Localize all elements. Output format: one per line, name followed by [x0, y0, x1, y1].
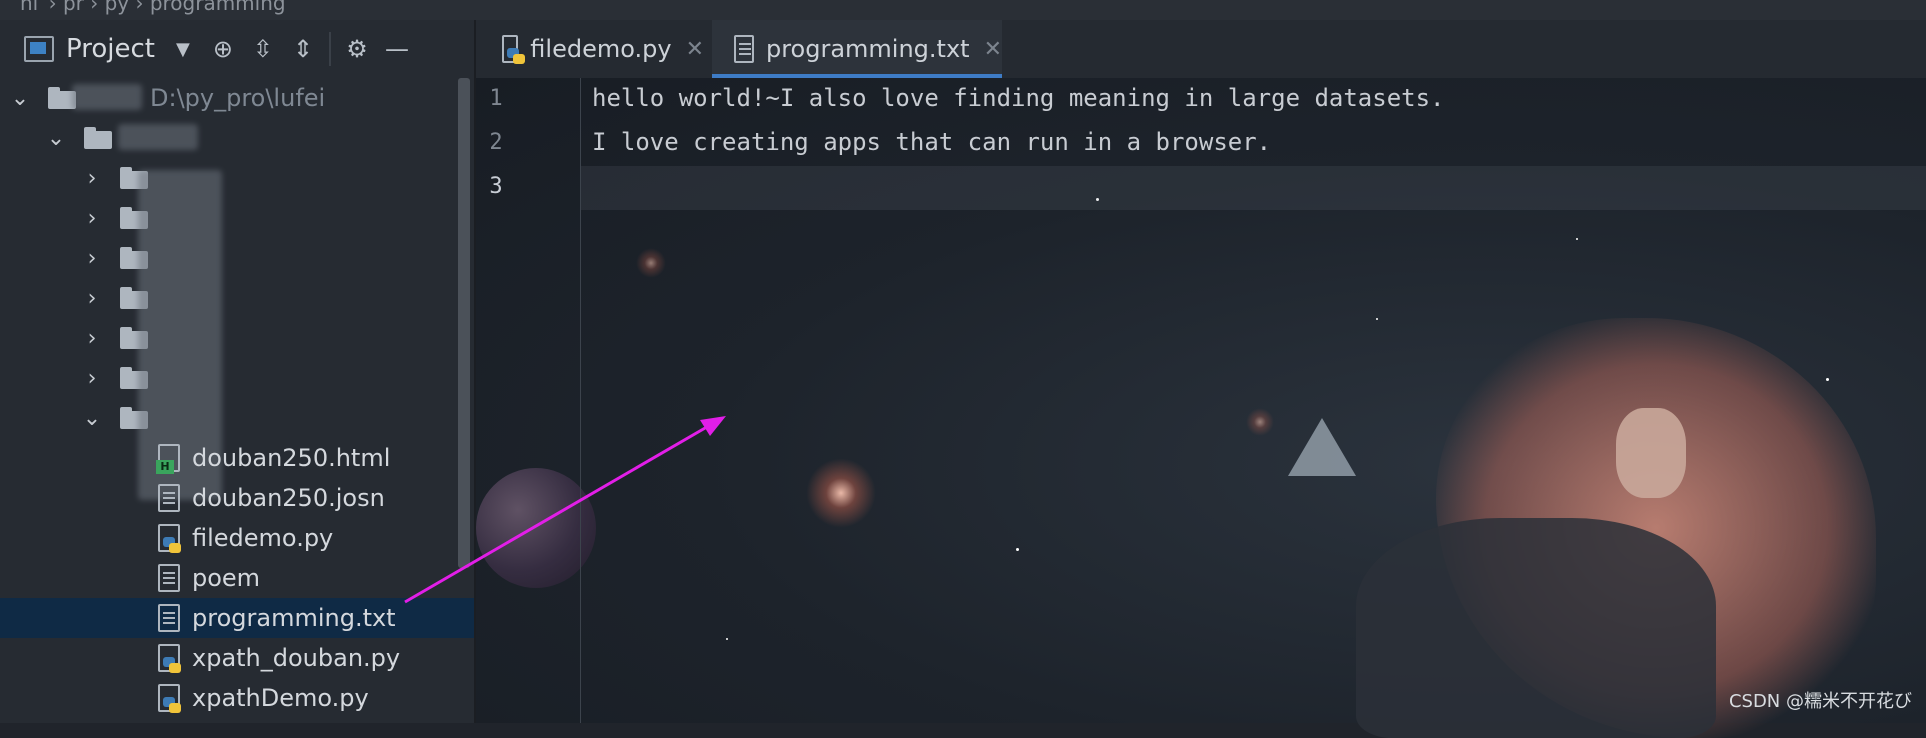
tree-file-row[interactable]: poem [0, 558, 474, 598]
crystal-decoration [1288, 418, 1356, 476]
anime-figure-face [1616, 408, 1686, 498]
tab-label: filedemo.py [530, 35, 672, 63]
chevron-right-icon[interactable]: › [82, 206, 102, 231]
close-icon[interactable]: ✕ [686, 37, 704, 62]
editor-tab-bar: filedemo.py ✕ programming.txt ✕ [476, 20, 1926, 79]
tree-file-row[interactable]: xpathDemo.py [0, 678, 474, 718]
chevron-down-icon[interactable]: ⌄ [10, 86, 30, 111]
tree-file-row[interactable]: H douban250.html [0, 438, 474, 478]
file-name: poem [192, 564, 261, 592]
tab-label: programming.txt [765, 35, 970, 63]
file-name: filedemo.py [192, 524, 334, 552]
chevron-right-icon[interactable]: › [82, 286, 102, 311]
locate-target-icon[interactable]: ⊕ [203, 29, 243, 69]
text-file-icon [734, 35, 754, 63]
tree-folder-row[interactable]: › [0, 198, 474, 238]
star [1376, 318, 1378, 320]
tree-folder-row[interactable]: › [0, 158, 474, 198]
chevron-down-icon[interactable]: ⌄ [46, 126, 66, 151]
star-glow [806, 458, 876, 528]
gear-icon[interactable]: ⚙ [337, 29, 377, 69]
tab-filedemo[interactable]: filedemo.py ✕ [492, 20, 704, 78]
chevron-down-icon[interactable]: ▼ [163, 29, 203, 69]
project-view-icon [24, 36, 54, 62]
star-glow [636, 248, 666, 278]
tree-folder-row[interactable]: › [0, 278, 474, 318]
tree-root-row[interactable]: ⌄ D:\py_pro\lufei [0, 78, 474, 118]
text-file-icon [158, 484, 180, 512]
line-number: 1 [489, 86, 503, 111]
tree-folder-row[interactable]: ⌄ [0, 398, 474, 438]
chevron-right-icon[interactable]: › [82, 366, 102, 391]
project-scrollbar[interactable] [458, 78, 470, 568]
star [726, 638, 728, 640]
code-editor[interactable]: 1 2 3 hello world!~I also love finding m… [476, 78, 1926, 738]
toolbar-divider [328, 32, 331, 66]
close-icon[interactable]: ✕ [984, 37, 1002, 62]
tab-programming[interactable]: programming.txt ✕ [712, 20, 1002, 78]
tree-file-row[interactable]: douban250.josn [0, 478, 474, 518]
file-name: xpathDemo.py [192, 684, 369, 712]
line-number-gutter: 1 2 3 [476, 78, 581, 723]
tree-folder-row[interactable]: › [0, 238, 474, 278]
expand-all-icon[interactable]: ⇳ [243, 29, 283, 69]
tree-folder-row[interactable]: › [0, 318, 474, 358]
chevron-down-icon[interactable]: ⌄ [82, 406, 102, 431]
breadcrumb[interactable]: ni › pr › py › programming [20, 0, 286, 15]
chevron-right-icon[interactable]: › [82, 326, 102, 351]
text-file-icon [158, 604, 180, 632]
text-file-icon [158, 564, 180, 592]
python-file-icon [158, 644, 181, 673]
collapse-all-icon[interactable]: ⇕ [283, 29, 323, 69]
file-name: xpath_douban.py [192, 644, 401, 672]
python-file-icon [502, 35, 525, 64]
tree-file-row[interactable]: xpath_douban.py [0, 638, 474, 678]
tree-folder-row[interactable]: ⌄ [0, 118, 474, 158]
python-file-icon [158, 684, 181, 713]
anime-figure-outfit [1356, 518, 1716, 738]
file-name: douban250.josn [192, 484, 385, 512]
watermark: CSDN @糯米不开花び [1728, 691, 1912, 712]
star [1826, 378, 1829, 381]
redacted-name [118, 124, 198, 150]
project-toolbar: Project ▼ ⊕ ⇳ ⇕ ⚙ — [0, 20, 474, 78]
html-file-icon: H [156, 444, 180, 474]
tree-file-row-selected[interactable]: programming.txt [0, 598, 474, 638]
file-name: programming.txt [192, 604, 396, 632]
tree-file-row[interactable]: filedemo.py [0, 518, 474, 558]
navigation-bar: ni › pr › py › programming [0, 0, 1926, 20]
line-number: 3 [489, 174, 503, 199]
root-path: D:\py_pro\lufei [150, 84, 326, 112]
chevron-right-icon[interactable]: › [82, 166, 102, 191]
star-glow [1246, 408, 1274, 436]
python-file-icon [158, 524, 181, 553]
redacted-name [72, 84, 142, 110]
project-title[interactable]: Project [66, 34, 155, 64]
code-line[interactable]: I love creating apps that can run in a b… [592, 128, 1271, 156]
chevron-right-icon[interactable]: › [82, 246, 102, 271]
minimize-icon[interactable]: — [377, 29, 417, 69]
code-line[interactable]: hello world!~I also love finding meaning… [592, 84, 1445, 112]
star [1576, 238, 1578, 240]
file-name: douban250.html [192, 444, 391, 472]
star [1016, 548, 1019, 551]
tree-folder-row[interactable]: › [0, 358, 474, 398]
folder-icon [84, 127, 112, 149]
line-number: 2 [489, 130, 503, 155]
current-line-highlight [580, 166, 1926, 210]
